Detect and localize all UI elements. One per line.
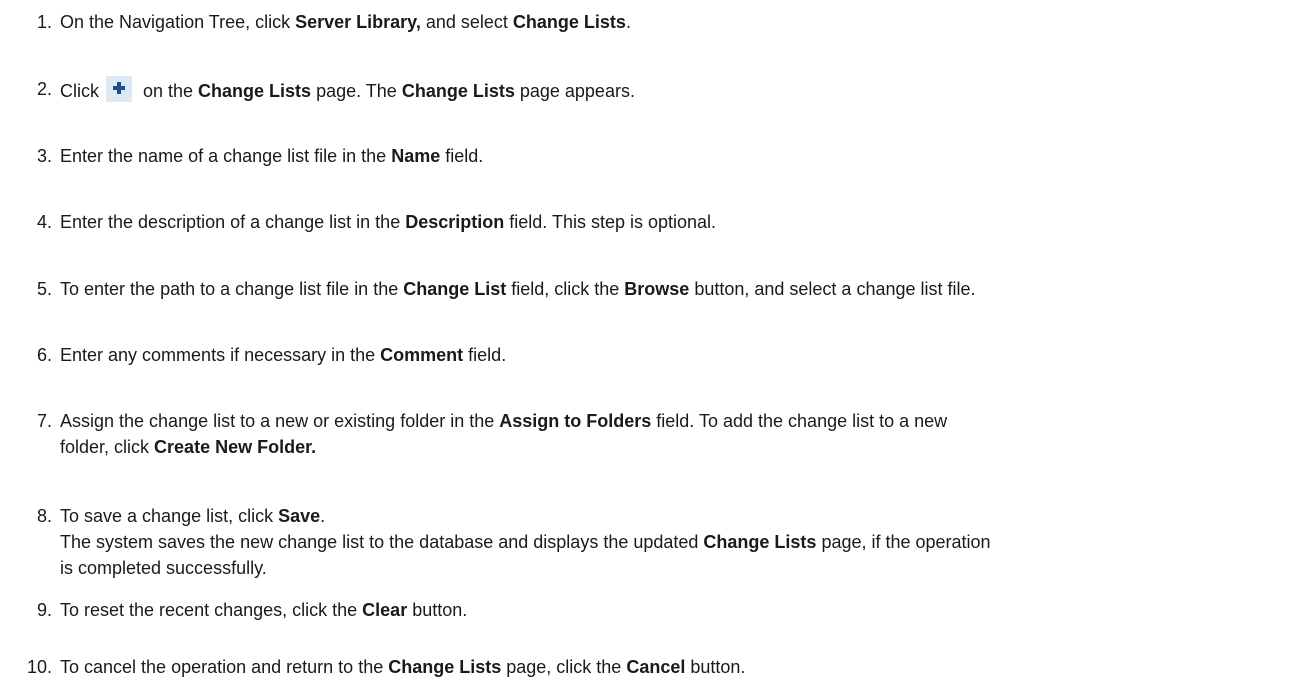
bold-term: Server Library, [295, 12, 421, 32]
text-run: To save a change list, click [60, 506, 279, 526]
text-run: page, if the operation [816, 532, 991, 552]
text-run: Click [60, 81, 104, 101]
bold-term: Save [278, 506, 321, 526]
step-text: Enter any comments if necessary in the C… [60, 342, 1295, 368]
text-run: is completed successfully. [60, 558, 267, 578]
step-text: To enter the path to a change list file … [60, 276, 1295, 302]
step-text: To cancel the operation and return to th… [60, 654, 1295, 680]
step-number: 7. [36, 411, 52, 431]
text-run: field. This step is optional. [504, 212, 717, 232]
step-number: 3. [36, 146, 52, 166]
step-text: Assign the change list to a new or exist… [60, 408, 1295, 460]
step-number: 6. [36, 345, 52, 365]
text-run: field. [440, 146, 484, 166]
text-run: Enter any comments if necessary in the [60, 345, 381, 365]
bold-term: Change Lists [703, 532, 817, 552]
step-text: On the Navigation Tree, click Server Lib… [60, 9, 1295, 35]
text-run: To enter the path to a change list file … [60, 279, 404, 299]
text-run: field, click the [506, 279, 625, 299]
bold-term: Assign to Folders [499, 411, 652, 431]
text-run: . [320, 506, 326, 526]
step-number: 2. [36, 79, 52, 99]
step-number: 9. [36, 600, 52, 620]
text-run: button. [407, 600, 468, 620]
step-text: Click on the Change Lists page. The Chan… [60, 76, 1295, 104]
step-number: 8. [36, 506, 52, 526]
bold-term: Name [391, 146, 441, 166]
text-run: Enter the name of a change list file in … [60, 146, 392, 166]
bold-term: Change Lists [401, 81, 515, 101]
text-run: on the [138, 81, 199, 101]
text-run: page. The [311, 81, 402, 101]
text-run: The system saves the new change list to … [60, 532, 704, 552]
text-run: . [625, 12, 631, 32]
bold-term: Clear [362, 600, 408, 620]
bold-term: Comment [380, 345, 464, 365]
procedure-steps: 1. On the Navigation Tree, click Server … [0, 0, 1311, 684]
step-text: Enter the name of a change list file in … [60, 143, 1295, 169]
step-text: To reset the recent changes, click the C… [60, 597, 1295, 623]
text-run: On the Navigation Tree, click [60, 12, 296, 32]
text-run: button. [685, 657, 746, 677]
text-run: To reset the recent changes, click the [60, 600, 363, 620]
text-run: and select [420, 12, 513, 32]
text-run: field. [463, 345, 507, 365]
text-run: button, and select a change list file. [689, 279, 976, 299]
add-plus-icon [106, 76, 132, 102]
step-text: Enter the description of a change list i… [60, 209, 1295, 235]
text-run: page, click the [501, 657, 627, 677]
text-run: folder, click [60, 437, 155, 457]
text-run: field. To add the change list to a new [651, 411, 948, 431]
bold-term: Cancel [626, 657, 686, 677]
text-run: page appears. [514, 81, 635, 101]
bold-term: Change Lists [198, 81, 312, 101]
step-number: 10. [26, 657, 52, 677]
bold-term: Change List [403, 279, 507, 299]
text-run: Assign the change list to a new or exist… [60, 411, 500, 431]
step-number: 5. [36, 279, 52, 299]
step-number: 4. [36, 212, 52, 232]
bold-term: Change Lists [512, 12, 626, 32]
step-number: 1. [36, 12, 52, 32]
text-run: To cancel the operation and return to th… [60, 657, 389, 677]
text-run: Enter the description of a change list i… [60, 212, 406, 232]
bold-term: Browse [624, 279, 690, 299]
bold-term: Description [405, 212, 505, 232]
bold-term: Change Lists [388, 657, 502, 677]
bold-term: Create New Folder. [154, 437, 317, 457]
step-text: To save a change list, click Save. The sy… [60, 503, 1295, 581]
